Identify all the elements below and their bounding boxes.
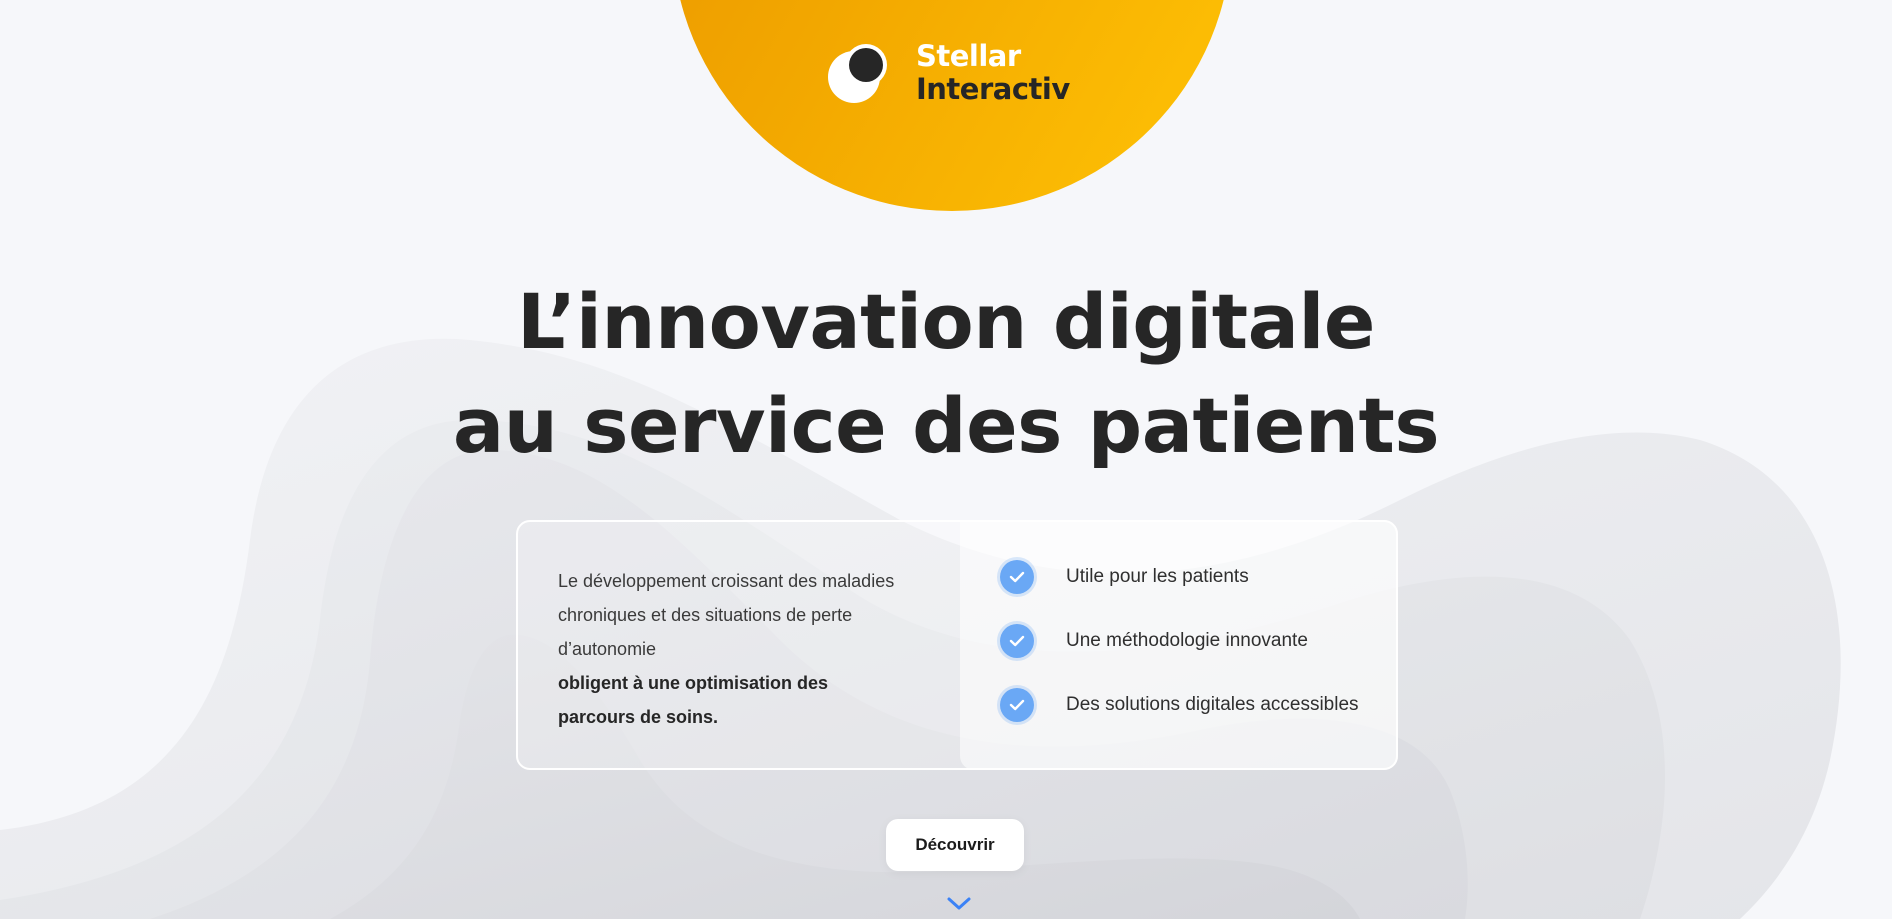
double-circle-logo-icon: [828, 44, 887, 103]
intro-emphasis: obligent à une optimisation des parcours…: [558, 673, 829, 727]
hero-title-line-1: L’innovation digitale: [517, 277, 1375, 366]
feature-label: Des solutions digitales accessibles: [1066, 694, 1359, 715]
check-icon: [1000, 624, 1034, 658]
landing-page: Stellar Interactiv L’innovation digitale…: [0, 0, 1892, 919]
discover-button[interactable]: Découvrir: [886, 819, 1024, 871]
brand-logo[interactable]: Stellar Interactiv: [826, 40, 1070, 106]
hero-title: L’innovation digitale au service des pat…: [0, 270, 1892, 478]
feature-label: Utile pour les patients: [1066, 566, 1249, 587]
chevron-down-icon[interactable]: [946, 895, 972, 913]
brand-name-line-2: Interactiv: [916, 72, 1070, 106]
brand-name-line-1: Stellar: [916, 39, 1021, 73]
hero-title-line-2: au service des patients: [452, 381, 1440, 470]
feature-item: Utile pour les patients: [1000, 560, 1398, 594]
brand-wordmark: Stellar Interactiv: [916, 40, 1070, 106]
feature-item: Des solutions digitales accessibles: [1000, 688, 1398, 722]
feature-item: Une méthodologie innovante: [1000, 624, 1398, 658]
intro-text: Le développement croissant des maladies …: [558, 571, 895, 659]
feature-label: Une méthodologie innovante: [1066, 630, 1308, 651]
intro-text-block: Le développement croissant des maladies …: [518, 522, 960, 768]
check-icon: [1000, 688, 1034, 722]
feature-list: Utile pour les patients Une méthodologie…: [960, 520, 1398, 770]
intro-card: Le développement croissant des maladies …: [516, 520, 1398, 770]
check-icon: [1000, 560, 1034, 594]
